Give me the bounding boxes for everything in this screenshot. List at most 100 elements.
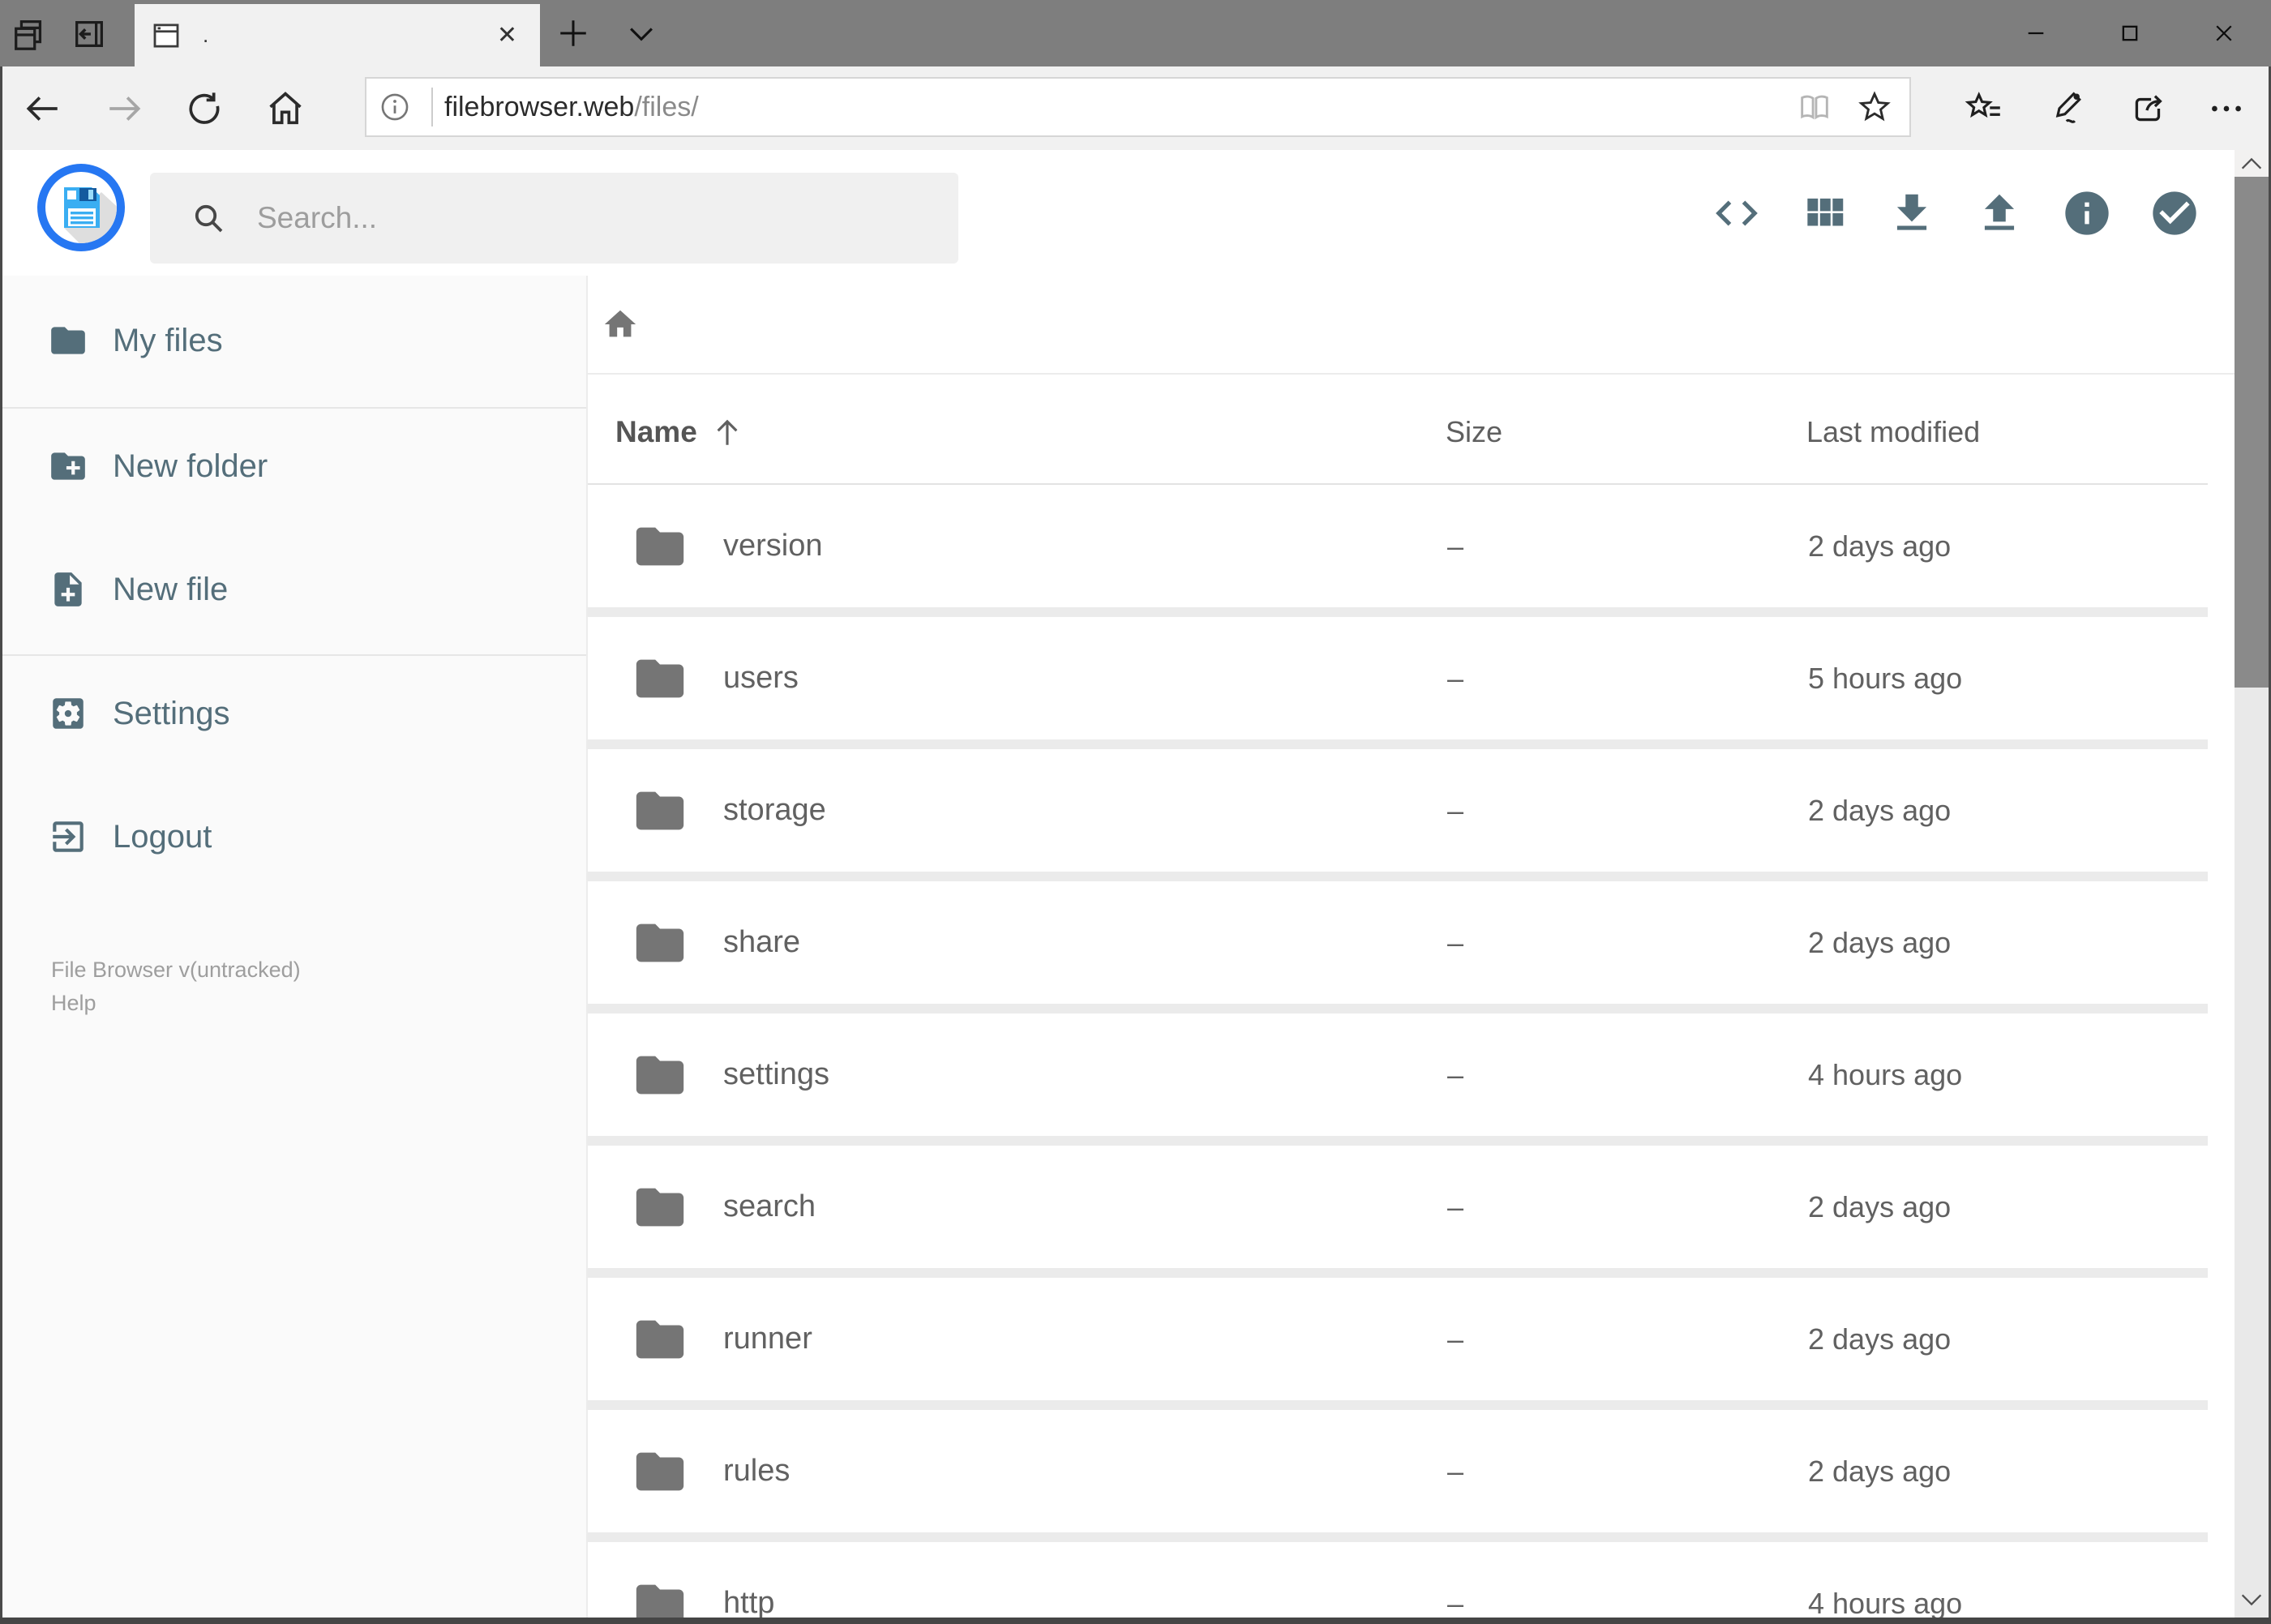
- web-notes-button[interactable]: [2033, 66, 2104, 150]
- file-name: storage: [723, 793, 826, 827]
- chevron-down-icon: [630, 28, 653, 41]
- column-header-size[interactable]: Size: [1446, 415, 1806, 449]
- file-name: share: [723, 925, 801, 959]
- file-modified: 5 hours ago: [1808, 661, 1963, 695]
- back-button[interactable]: [6, 66, 78, 150]
- download-icon: [1896, 194, 1927, 230]
- address-bar[interactable]: filebrowser.web/files/: [365, 77, 1911, 137]
- info-button[interactable]: [2060, 186, 2114, 240]
- column-header-modified[interactable]: Last modified: [1806, 415, 2208, 449]
- switch-view-code-button[interactable]: [1710, 186, 1763, 240]
- site-info-button[interactable]: [366, 90, 423, 124]
- file-size: –: [1447, 1586, 1464, 1618]
- settings-more-button[interactable]: [2191, 66, 2262, 150]
- table-row[interactable]: search – 2 days ago: [588, 1146, 2208, 1268]
- share-button[interactable]: [2113, 66, 2184, 150]
- favorites-list-icon: [1965, 91, 2000, 118]
- page-scrollbar[interactable]: [2235, 150, 2269, 1618]
- table-row[interactable]: storage – 2 days ago: [588, 749, 2208, 872]
- refresh-icon: [189, 92, 220, 124]
- file-plus-icon: [54, 572, 82, 606]
- code-icon: [1716, 200, 1758, 225]
- folder-icon: [632, 1311, 723, 1368]
- search-box[interactable]: [150, 173, 958, 264]
- folder-plus-icon: [51, 452, 85, 480]
- table-row[interactable]: runner – 2 days ago: [588, 1278, 2208, 1400]
- column-header-name[interactable]: Name: [615, 415, 1446, 449]
- breadcrumb-home-button[interactable]: [598, 302, 643, 347]
- minimize-button[interactable]: [1989, 0, 2083, 66]
- file-size: –: [1447, 1454, 1464, 1488]
- close-window-button[interactable]: [2177, 0, 2271, 66]
- scrollbar-thumb[interactable]: [2235, 177, 2269, 688]
- file-name: settings: [723, 1057, 829, 1091]
- toolbar-actions: [1710, 150, 2201, 276]
- sidebar-item-label: Logout: [113, 818, 212, 855]
- upload-icon: [1984, 194, 2015, 230]
- select-multiple-button[interactable]: [2148, 186, 2201, 240]
- table-row[interactable]: http – 4 hours ago: [588, 1542, 2208, 1618]
- forward-button[interactable]: [89, 66, 161, 150]
- file-name: search: [723, 1189, 816, 1223]
- sidebar-item-logout[interactable]: Logout: [2, 798, 586, 876]
- folder-icon: [632, 915, 723, 971]
- file-modified: 2 days ago: [1808, 793, 1952, 827]
- folder-icon: [632, 518, 723, 575]
- url-text: filebrowser.web/files/: [444, 92, 1785, 123]
- file-size: –: [1447, 1189, 1464, 1223]
- tab-list-button[interactable]: [621, 13, 662, 54]
- filebrowser-logo[interactable]: [36, 163, 126, 252]
- set-tabs-aside-button[interactable]: [68, 15, 110, 54]
- sidebar-divider: [2, 407, 586, 409]
- sidebar-item-new-folder[interactable]: New folder: [2, 427, 586, 505]
- scroll-up-button[interactable]: [2235, 150, 2269, 178]
- home-button[interactable]: [250, 66, 321, 150]
- search-icon: [195, 204, 223, 233]
- app-version-text: File Browser v(untracked): [51, 958, 301, 982]
- tab-close-button[interactable]: ✕: [489, 21, 525, 49]
- new-tab-button[interactable]: [553, 13, 593, 54]
- table-row[interactable]: users – 5 hours ago: [588, 617, 2208, 739]
- maximize-button[interactable]: [2083, 0, 2177, 66]
- add-favorite-button[interactable]: [1845, 88, 1909, 126]
- file-size: –: [1447, 1322, 1464, 1356]
- table-row[interactable]: settings – 4 hours ago: [588, 1013, 2208, 1136]
- file-listing-panel: Name Size Last modified version – 2 days…: [586, 276, 2235, 1618]
- browser-tab[interactable]: . ✕: [135, 4, 540, 66]
- upload-button[interactable]: [1973, 186, 2026, 240]
- back-arrow-icon: [26, 96, 58, 121]
- sidebar-item-my-files[interactable]: My files: [2, 302, 586, 379]
- reading-view-button[interactable]: [1785, 88, 1845, 126]
- tab-preview-toggle-button[interactable]: [8, 15, 50, 54]
- refresh-button[interactable]: [169, 66, 240, 150]
- minimize-icon: [2028, 32, 2044, 35]
- sidebar-item-settings[interactable]: Settings: [2, 675, 586, 752]
- tab-title: .: [203, 23, 209, 47]
- file-size: –: [1447, 1057, 1464, 1091]
- folder-icon: [632, 1179, 723, 1236]
- file-modified: 2 days ago: [1808, 1454, 1952, 1488]
- grid-view-icon: [1807, 198, 1844, 225]
- file-size: –: [1447, 925, 1464, 959]
- sidebar: My files New folder New file Settings Lo…: [2, 276, 586, 1618]
- info-icon: [2065, 191, 2109, 235]
- file-name: runner: [723, 1322, 812, 1356]
- url-path: /files/: [634, 91, 699, 122]
- table-row[interactable]: share – 2 days ago: [588, 881, 2208, 1004]
- sidebar-item-label: My files: [113, 322, 223, 358]
- search-input[interactable]: [255, 200, 875, 236]
- scroll-down-button[interactable]: [2235, 1585, 2269, 1614]
- folder-icon: [632, 1047, 723, 1103]
- app-header: [2, 150, 2235, 276]
- url-domain: filebrowser.web: [444, 91, 635, 122]
- table-row[interactable]: rules – 2 days ago: [588, 1410, 2208, 1532]
- table-row[interactable]: version – 2 days ago: [588, 485, 2208, 607]
- folder-icon: [632, 650, 723, 707]
- grid-view-button[interactable]: [1798, 186, 1851, 240]
- navigation-bar: filebrowser.web/files/: [0, 66, 2271, 150]
- favorites-hub-button[interactable]: [1948, 66, 2020, 150]
- download-button[interactable]: [1885, 186, 1939, 240]
- home-icon: [269, 91, 302, 124]
- help-link[interactable]: Help: [51, 987, 301, 1020]
- sidebar-item-new-file[interactable]: New file: [2, 551, 586, 628]
